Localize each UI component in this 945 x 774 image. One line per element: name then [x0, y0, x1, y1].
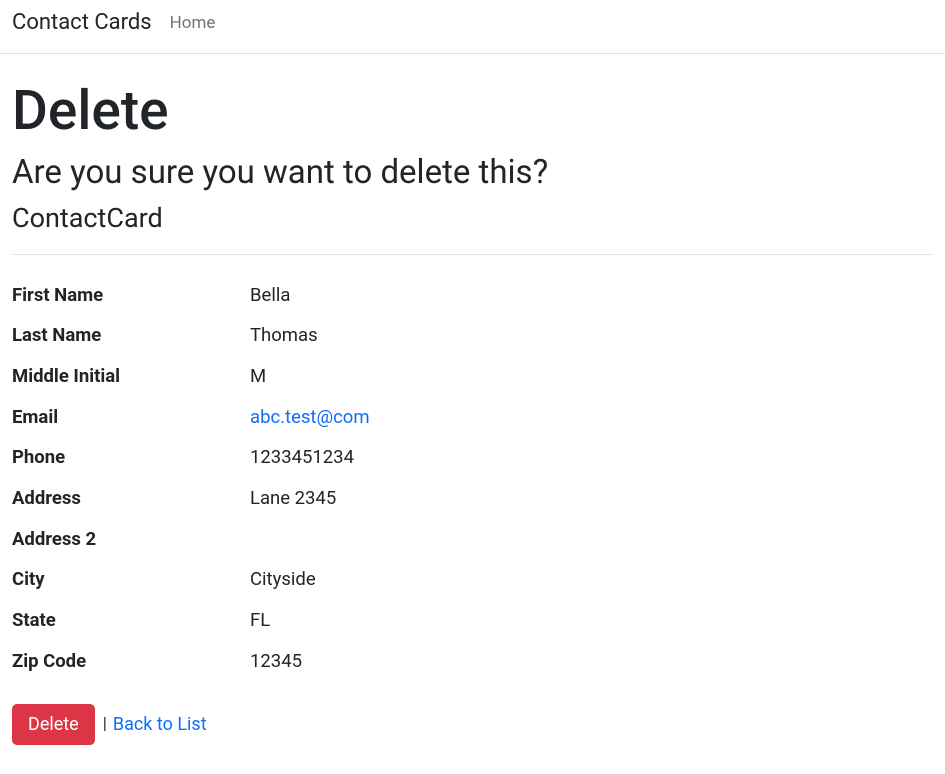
label-state: State: [12, 600, 250, 641]
nav-home-link[interactable]: Home: [170, 8, 216, 36]
back-to-list-link[interactable]: Back to List: [113, 714, 207, 735]
action-row: Delete | Back to List: [12, 704, 933, 745]
value-zip-code: 12345: [250, 641, 933, 682]
value-address: Lane 2345: [250, 478, 933, 519]
value-last-name: Thomas: [250, 315, 933, 356]
value-state: FL: [250, 600, 933, 641]
label-city: City: [12, 559, 250, 600]
page-title: Delete: [12, 78, 933, 144]
confirm-text: Are you sure you want to delete this?: [12, 152, 933, 195]
label-phone: Phone: [12, 437, 250, 478]
label-middle-initial: Middle Initial: [12, 356, 250, 397]
navbar-inner: Contact Cards Home: [0, 0, 945, 53]
navbar: Contact Cards Home: [0, 0, 945, 54]
label-email: Email: [12, 397, 250, 438]
label-zip-code: Zip Code: [12, 641, 250, 682]
detail-section: ContactCard First Name Bella Last Name T…: [12, 201, 933, 745]
email-link[interactable]: abc.test@com: [250, 406, 370, 428]
value-middle-initial: M: [250, 356, 933, 397]
detail-list: First Name Bella Last Name Thomas Middle…: [12, 275, 933, 682]
value-address2: [250, 519, 933, 560]
divider: [12, 254, 933, 255]
value-email-cell: abc.test@com: [250, 397, 933, 438]
main-container: Delete Are you sure you want to delete t…: [0, 54, 945, 745]
value-first-name: Bella: [250, 275, 933, 316]
value-phone: 1233451234: [250, 437, 933, 478]
label-first-name: First Name: [12, 275, 250, 316]
label-last-name: Last Name: [12, 315, 250, 356]
action-separator: |: [103, 714, 107, 734]
value-city: Cityside: [250, 559, 933, 600]
delete-button[interactable]: Delete: [12, 704, 95, 745]
label-address: Address: [12, 478, 250, 519]
label-address2: Address 2: [12, 519, 250, 560]
entity-name: ContactCard: [12, 201, 933, 236]
navbar-brand[interactable]: Contact Cards: [12, 4, 152, 39]
